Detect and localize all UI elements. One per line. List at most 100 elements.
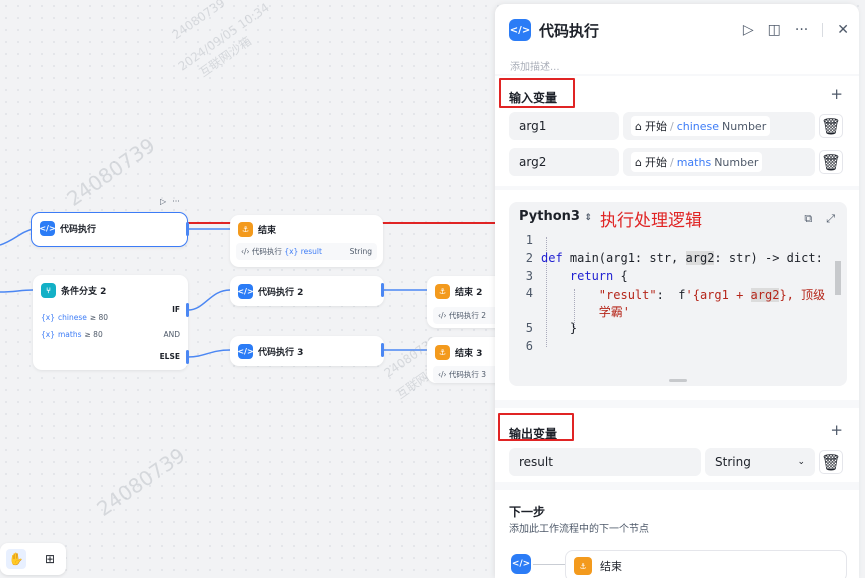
line-number: 1 <box>525 233 533 247</box>
node-mini-toolbar: ▷ ··· <box>160 197 180 206</box>
node-title: 结束 <box>258 226 277 236</box>
connector-line <box>533 564 565 565</box>
branch-icon: ⑂ <box>41 283 56 298</box>
hand-tool-icon[interactable]: ✋ <box>6 549 26 569</box>
code-line: return { <box>569 269 628 283</box>
add-input-icon[interactable]: + <box>830 85 843 103</box>
panel-header: </> 代码执行 ▷ ◫ ··· ✕ 添加描述... <box>495 4 859 74</box>
output-port[interactable] <box>186 222 189 236</box>
node-title: 条件分支 2 <box>61 287 107 297</box>
input-var-name[interactable]: arg2 <box>509 148 619 176</box>
node-ref-row: ‹/› 代码执行 2 <box>433 307 501 324</box>
node-title: 代码执行 3 <box>258 348 304 358</box>
ref-source: 代码执行 <box>251 247 282 256</box>
end-icon: ⚓ <box>435 345 450 360</box>
node-ref-row: ‹/› 代码执行 3 <box>433 366 501 383</box>
next-node-end[interactable]: ⚓ 结束 <box>565 550 847 578</box>
annotation-box <box>499 78 575 108</box>
node-end-1[interactable]: ⚓ 结束 ‹/› 代码执行 {x} result String <box>230 215 383 267</box>
code-line: } <box>541 321 578 335</box>
output-port-if[interactable] <box>186 303 189 317</box>
line-number: 2 <box>525 251 533 265</box>
edge-in-selected <box>0 228 34 246</box>
copy-icon[interactable]: ⧉ <box>804 212 812 226</box>
next-step-section: 下一步 添加此工作流程中的下一个节点 </> ⚓ 结束 <box>495 490 859 578</box>
output-var-name[interactable]: result <box>509 448 701 476</box>
node-title: 结束 2 <box>455 288 483 298</box>
more-icon[interactable]: ··· <box>795 22 808 38</box>
code-line: def main(arg1: str, arg2: str) -> dict: <box>541 251 823 265</box>
language-select[interactable]: Python3 ⇕ <box>519 209 592 224</box>
ref-type: String <box>349 247 372 256</box>
run-icon[interactable]: ▷ <box>160 197 166 206</box>
chevron-down-icon: ⌄ <box>797 457 805 467</box>
input-var-name[interactable]: arg1 <box>509 112 619 140</box>
panel-actions: ▷ ◫ ··· ✕ <box>743 22 849 38</box>
line-number: 4 <box>525 286 533 300</box>
delete-icon[interactable]: 🗑 <box>819 450 843 474</box>
delete-icon[interactable]: 🗑 <box>819 150 843 174</box>
resize-handle[interactable] <box>669 379 687 382</box>
node-title: 代码执行 <box>60 225 97 235</box>
code-section: Python3 ⇕ 执行处理逻辑 ⧉ ⤢ 1 2 3 4 5 6 def mai… <box>495 190 859 400</box>
add-node-icon[interactable]: ⊞ <box>40 549 60 569</box>
vertical-scrollbar[interactable] <box>835 261 841 295</box>
input-var-ref[interactable]: ⌂ 开始 / chinese Number <box>623 112 815 140</box>
output-vars-section: 输出变量 + result String ⌄ 🗑 <box>495 408 859 482</box>
line-number: 5 <box>525 321 533 335</box>
canvas-toolbar: ✋ ⊞ <box>0 543 66 575</box>
input-vars-section: 输入变量 + arg1 ⌂ 开始 / chinese Number 🗑 arg2 ⌂ 开始… <box>495 76 859 186</box>
end-icon: ⚓ <box>574 557 592 575</box>
node-title: 结束 3 <box>455 349 483 359</box>
output-type-select[interactable]: String ⌄ <box>705 448 815 476</box>
code-icon: </> <box>237 284 254 299</box>
panel-title: 代码执行 <box>539 22 600 40</box>
output-port[interactable] <box>381 283 384 297</box>
more-icon[interactable]: ··· <box>172 197 180 206</box>
add-output-icon[interactable]: + <box>830 421 843 439</box>
code-icon: </> <box>509 19 531 41</box>
node-config-panel: </> 代码执行 ▷ ◫ ··· ✕ 添加描述... 输入变量 + arg1 ⌂… <box>495 4 859 578</box>
delete-icon[interactable]: 🗑 <box>819 114 843 138</box>
code-editor[interactable]: Python3 ⇕ 执行处理逻辑 ⧉ ⤢ 1 2 3 4 5 6 def mai… <box>509 202 847 386</box>
edge-if-code2 <box>187 289 231 311</box>
output-port[interactable] <box>381 343 384 357</box>
split-view-icon[interactable]: ◫ <box>768 22 781 38</box>
code-line: 学霸' <box>598 305 631 319</box>
node-code-exec-2[interactable]: </> 代码执行 2 <box>230 276 384 306</box>
code-icon: </> <box>237 344 254 359</box>
end-icon: ⚓ <box>238 222 253 237</box>
section-subtitle: 添加此工作流程中的下一个节点 <box>509 524 649 535</box>
node-code-exec[interactable]: </> 代码执行 <box>31 212 188 247</box>
line-number: 6 <box>525 339 533 353</box>
if-label: IF <box>172 305 180 314</box>
node-ref-row: ‹/› 代码执行 {x} result String <box>236 243 377 260</box>
node-title: 代码执行 2 <box>258 288 304 298</box>
input-var-ref[interactable]: ⌂ 开始 / maths Number <box>623 148 815 176</box>
close-icon[interactable]: ✕ <box>837 22 849 38</box>
edge-in-condition <box>0 289 34 293</box>
run-icon[interactable]: ▷ <box>743 22 754 38</box>
else-label: ELSE <box>159 352 180 361</box>
divider <box>822 23 824 37</box>
annotation-text: 执行处理逻辑 <box>600 211 702 231</box>
description-input[interactable]: 添加描述... <box>510 58 560 73</box>
ref-var: result <box>300 247 322 256</box>
expand-icon[interactable]: ⤢ <box>826 212 835 226</box>
condition-row: {x} chinese ≥ 80 <box>41 313 109 322</box>
annotation-box <box>498 413 574 441</box>
node-code-exec-3[interactable]: </> 代码执行 3 <box>230 336 384 366</box>
section-title: 下一步 <box>509 505 546 519</box>
code-actions: ⧉ ⤢ <box>804 212 835 226</box>
and-label: AND <box>163 330 180 339</box>
code-icon: </> <box>511 554 531 574</box>
node-condition[interactable]: ⑂ 条件分支 2 IF {x} chinese ≥ 80 AND {x} maths ≥ … <box>33 275 188 370</box>
end-icon: ⚓ <box>435 284 450 299</box>
code-body[interactable]: 1 2 3 4 5 6 def main(arg1: str, arg2: st… <box>509 229 847 386</box>
code-line: "result": f'{arg1 + arg2}, 顶级 <box>598 288 826 302</box>
code-icon: </> <box>39 221 56 236</box>
output-port-else[interactable] <box>186 350 189 364</box>
line-number: 3 <box>525 269 533 283</box>
edge-else-code3 <box>187 349 231 358</box>
home-icon: ⌂ <box>635 119 642 133</box>
